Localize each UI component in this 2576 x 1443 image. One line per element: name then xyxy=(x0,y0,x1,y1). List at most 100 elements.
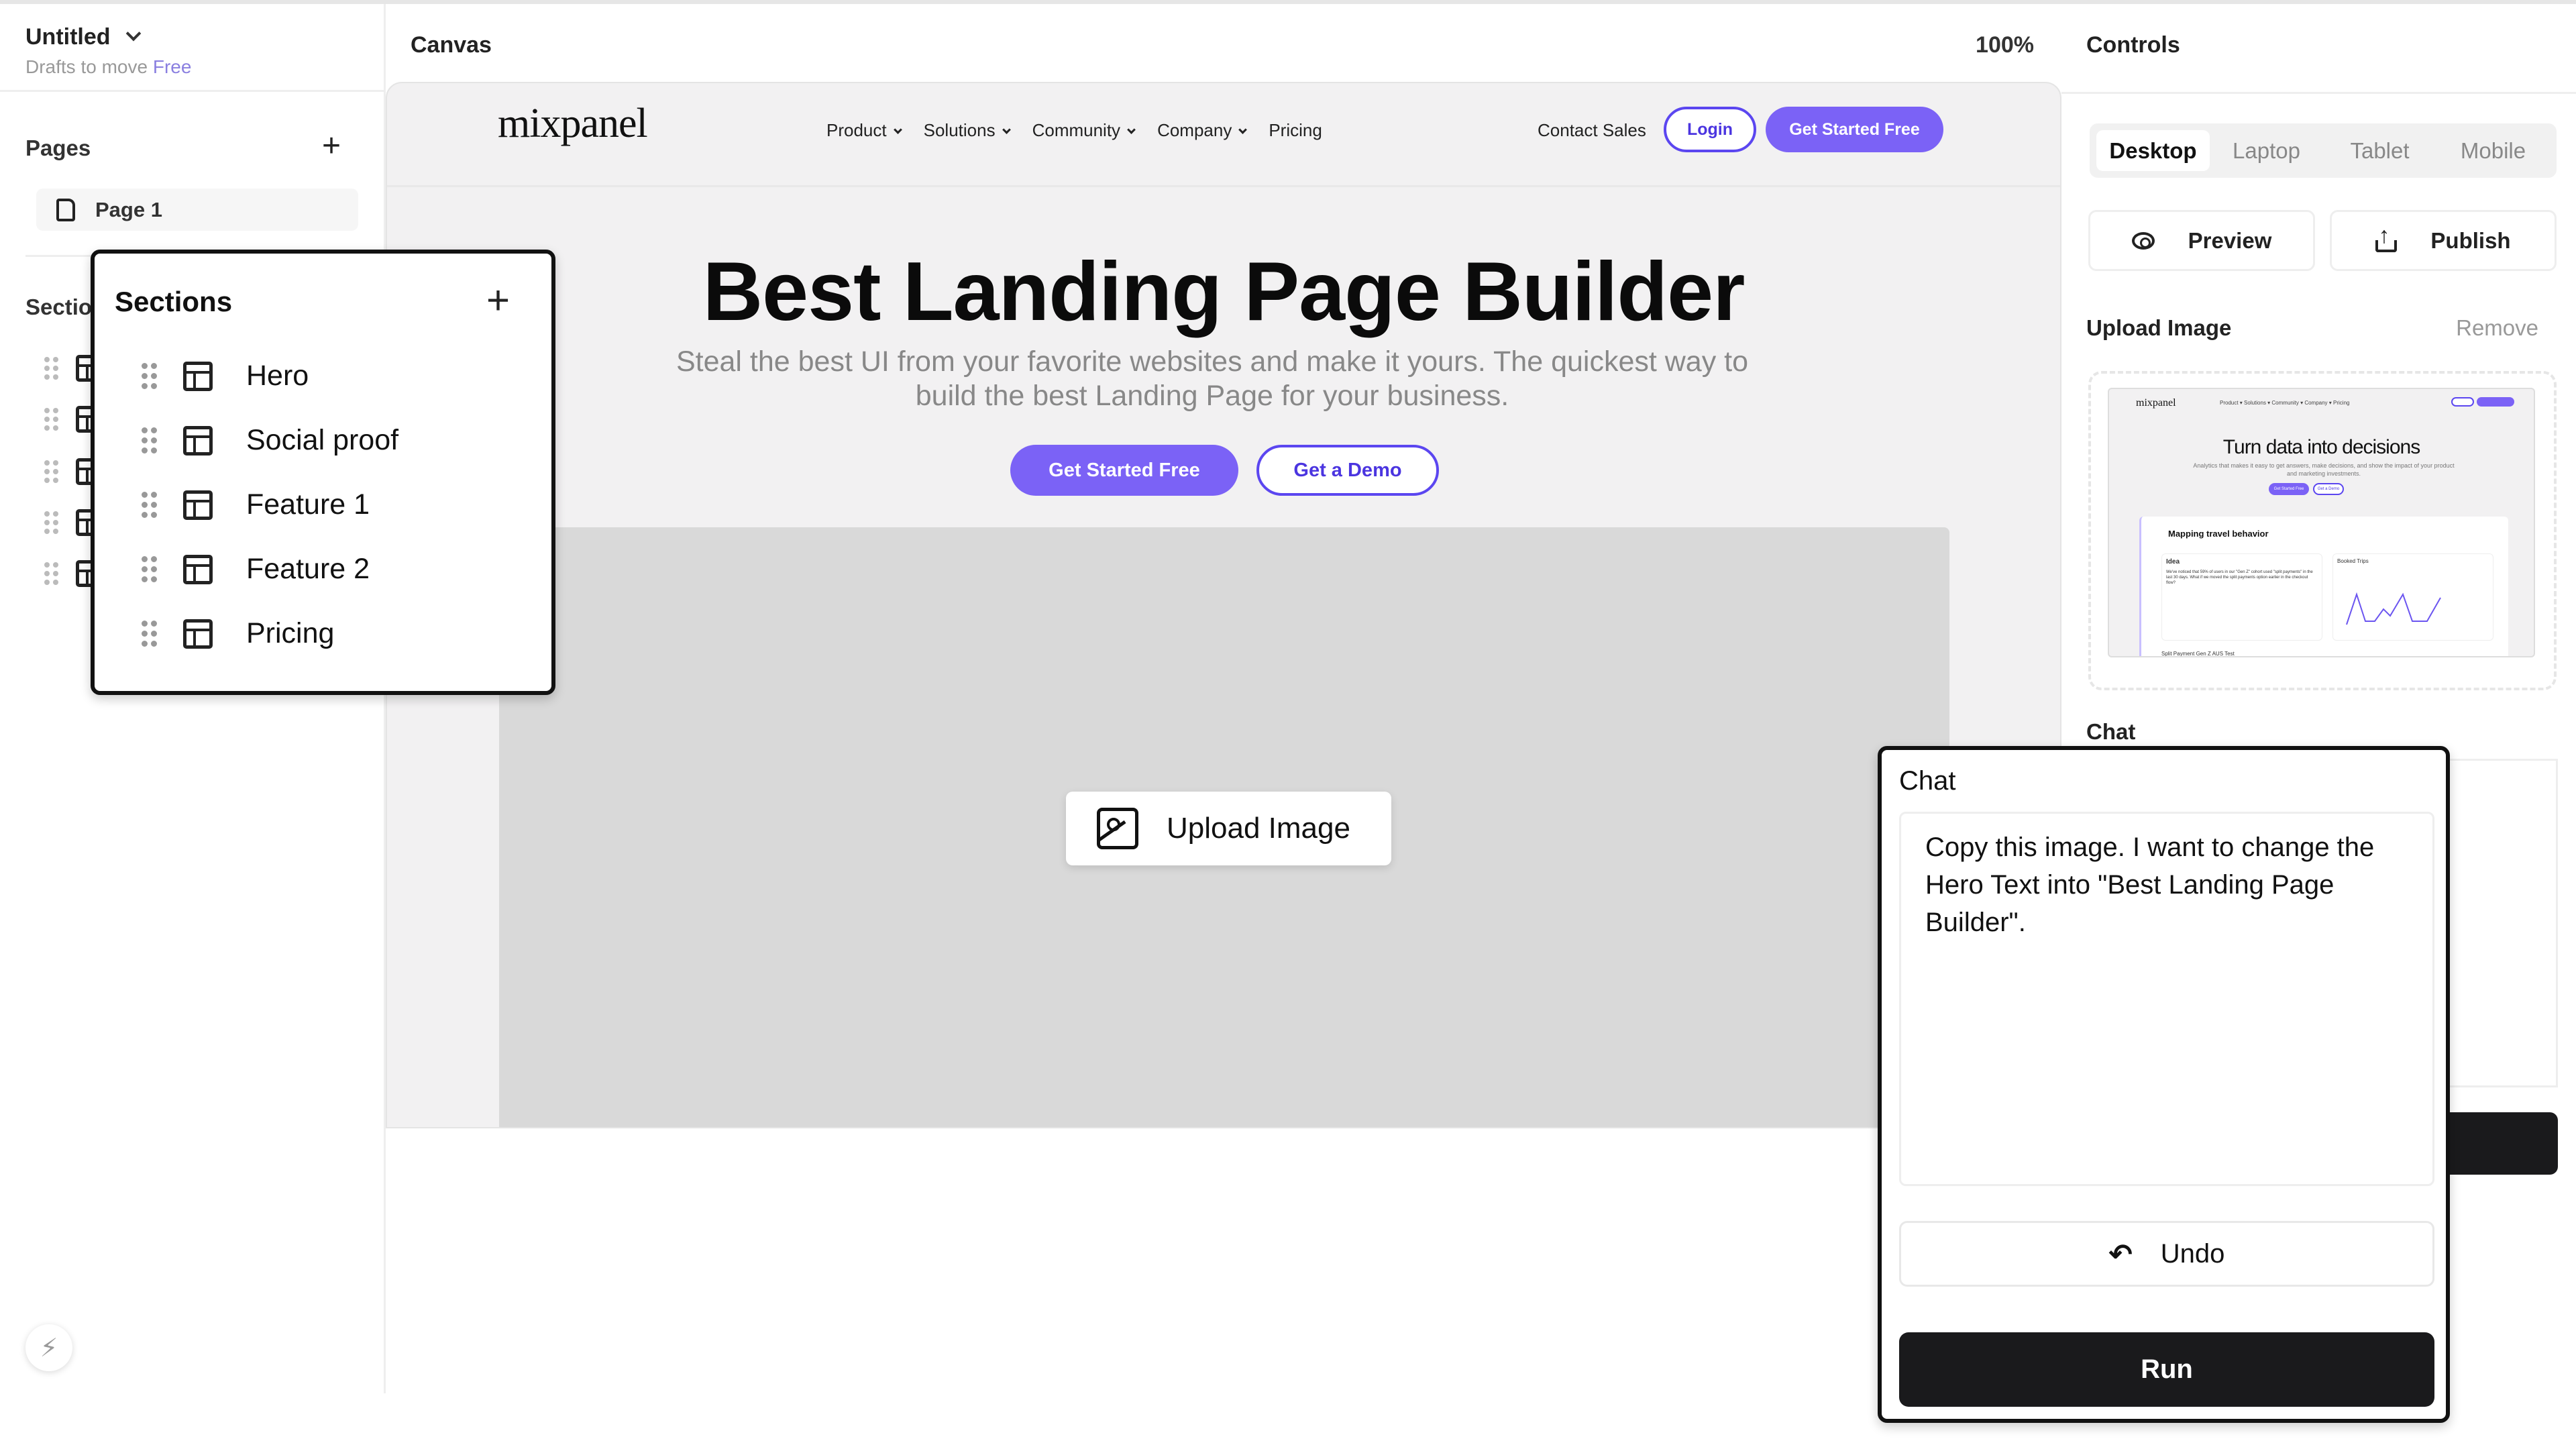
thumb-line-chart xyxy=(2346,592,2441,625)
thumb-cta xyxy=(2477,397,2514,407)
chevron-down-icon xyxy=(125,25,141,42)
undo-icon: ↶ xyxy=(2108,1238,2133,1270)
section-item-feature-2[interactable]: Feature 2 xyxy=(142,553,370,586)
section-label: Social proof xyxy=(246,424,399,456)
thumb-secondary: Get a Demo xyxy=(2313,483,2344,495)
chat-input[interactable]: Copy this image. I want to change the He… xyxy=(1899,812,2434,1186)
device-tabs: Desktop Laptop Tablet Mobile xyxy=(2090,123,2557,178)
thumb-idea-title: Idea xyxy=(2166,558,2180,566)
sections-title: Sections xyxy=(115,286,233,317)
left-sidebar: Untitled Drafts to move Free Pages + Pag… xyxy=(0,4,386,1393)
top-border xyxy=(0,0,2576,4)
sections-heading: Sectio xyxy=(25,295,93,319)
remove-image-button[interactable]: Remove xyxy=(2415,315,2538,341)
nav-label: Solutions xyxy=(923,120,996,140)
drag-handle-icon[interactable] xyxy=(44,562,58,585)
upload-label: Upload Image xyxy=(1167,812,1350,845)
divider xyxy=(2061,92,2576,94)
preview-button[interactable]: Preview xyxy=(2088,210,2315,271)
chat-panel: Chat Copy this image. I want to change t… xyxy=(1878,746,2450,1423)
login-button[interactable]: Login xyxy=(1664,107,1756,152)
run-button[interactable]: Run xyxy=(1899,1332,2434,1407)
tab-tablet[interactable]: Tablet xyxy=(2323,130,2436,171)
site-navbar: mixpanel Product Solutions Community Com… xyxy=(387,83,2060,187)
drag-handle-icon[interactable] xyxy=(142,363,157,389)
layout-icon xyxy=(183,361,213,391)
hero-get-started-button[interactable]: Get Started Free xyxy=(1010,445,1238,496)
thumb-card-title: Split Payment Gen Z AUS Test xyxy=(2161,651,2235,657)
nav-item-solutions[interactable]: Solutions xyxy=(923,120,1011,141)
thumb-chart-title: Booked Trips xyxy=(2337,558,2369,564)
tab-laptop[interactable]: Laptop xyxy=(2210,130,2323,171)
drag-handle-icon[interactable] xyxy=(142,621,157,647)
thumb-idea-text: We've noticed that 59% of users in our "… xyxy=(2166,570,2313,585)
image-icon xyxy=(1097,808,1138,849)
hero-title[interactable]: Best Landing Page Builder xyxy=(387,244,2060,339)
nav-get-started-button[interactable]: Get Started Free xyxy=(1766,107,1943,152)
section-item-pricing[interactable]: Pricing xyxy=(142,617,334,650)
nav-label: Company xyxy=(1157,120,1232,140)
section-item-hero[interactable]: Hero xyxy=(142,360,309,392)
drag-handle-icon[interactable] xyxy=(44,408,58,431)
drag-handle-icon[interactable] xyxy=(142,427,157,453)
tab-mobile[interactable]: Mobile xyxy=(2436,130,2550,171)
canvas-heading: Canvas xyxy=(411,32,492,58)
chevron-down-icon xyxy=(1238,125,1248,134)
drag-handle-icon[interactable] xyxy=(142,492,157,518)
thumb-nav: Product ▾ Solutions ▾ Community ▾ Compan… xyxy=(2220,400,2350,406)
nav-item-product[interactable]: Product xyxy=(826,120,902,141)
nav-item-pricing[interactable]: Pricing xyxy=(1269,120,1322,141)
chat-heading: Chat xyxy=(2086,719,2136,744)
drag-handle-icon[interactable] xyxy=(142,556,157,582)
section-label: Feature 1 xyxy=(246,488,370,521)
thumb-idea-card: Idea We've noticed that 59% of users in … xyxy=(2161,553,2322,641)
lightning-icon[interactable]: ⚡︎ xyxy=(25,1324,72,1371)
project-title: Untitled xyxy=(25,24,111,50)
nav-label: Community xyxy=(1032,120,1121,140)
thumb-dashboard: Mapping travel behavior Idea We've notic… xyxy=(2139,517,2508,657)
chat-title: Chat xyxy=(1899,766,1956,796)
chevron-down-icon xyxy=(1002,125,1011,134)
thumb-primary: Get Started Free xyxy=(2269,483,2309,495)
section-item-social-proof[interactable]: Social proof xyxy=(142,424,398,457)
section-item-feature-1[interactable]: Feature 1 xyxy=(142,488,370,521)
publish-button[interactable]: Publish xyxy=(2330,210,2557,271)
undo-button[interactable]: ↶ Undo xyxy=(1899,1221,2434,1287)
drag-handle-icon[interactable] xyxy=(44,460,58,483)
nav-item-community[interactable]: Community xyxy=(1032,120,1136,141)
undo-label: Undo xyxy=(2160,1238,2225,1269)
pages-heading: Pages xyxy=(25,136,91,160)
tab-desktop[interactable]: Desktop xyxy=(2096,130,2210,171)
chevron-down-icon xyxy=(893,125,902,134)
layout-icon xyxy=(183,619,213,649)
hero-subtitle[interactable]: Steal the best UI from your favorite web… xyxy=(642,345,1782,413)
image-placeholder[interactable]: Upload Image xyxy=(499,527,1949,1127)
plan-badge[interactable]: Free xyxy=(153,56,192,77)
hero-demo-button[interactable]: Get a Demo xyxy=(1256,445,1439,496)
site-nav-menu: Product Solutions Community Company Pric… xyxy=(826,120,1322,141)
section-label: Pricing xyxy=(246,617,335,649)
upload-image-button[interactable]: Upload Image xyxy=(1066,792,1391,865)
preview-label: Preview xyxy=(2188,227,2272,253)
nav-label: Product xyxy=(826,120,887,140)
project-title-dropdown[interactable]: Untitled xyxy=(25,24,141,50)
canvas-frame: mixpanel Product Solutions Community Com… xyxy=(386,82,2061,1128)
section-label: Feature 2 xyxy=(246,553,370,585)
drag-handle-icon[interactable] xyxy=(44,357,58,380)
thumb-chart-card: Booked Trips xyxy=(2332,553,2493,641)
draft-label: Drafts to move xyxy=(25,56,148,77)
nav-item-company[interactable]: Company xyxy=(1157,120,1248,141)
add-section-button[interactable]: + xyxy=(486,280,510,321)
drag-handle-icon[interactable] xyxy=(44,511,58,534)
layout-icon xyxy=(183,554,213,584)
draft-status: Drafts to move Free xyxy=(25,56,191,78)
divider xyxy=(0,90,384,92)
zoom-level[interactable]: 100% xyxy=(1945,32,2034,58)
eye-icon xyxy=(2131,231,2155,250)
add-page-button[interactable]: + xyxy=(322,130,341,162)
site-logo[interactable]: mixpanel xyxy=(498,100,648,148)
page-item[interactable]: Page 1 xyxy=(36,189,358,231)
contact-sales-link[interactable]: Contact Sales xyxy=(1538,120,1646,141)
layout-icon xyxy=(183,425,213,456)
upload-icon xyxy=(2375,223,2398,252)
